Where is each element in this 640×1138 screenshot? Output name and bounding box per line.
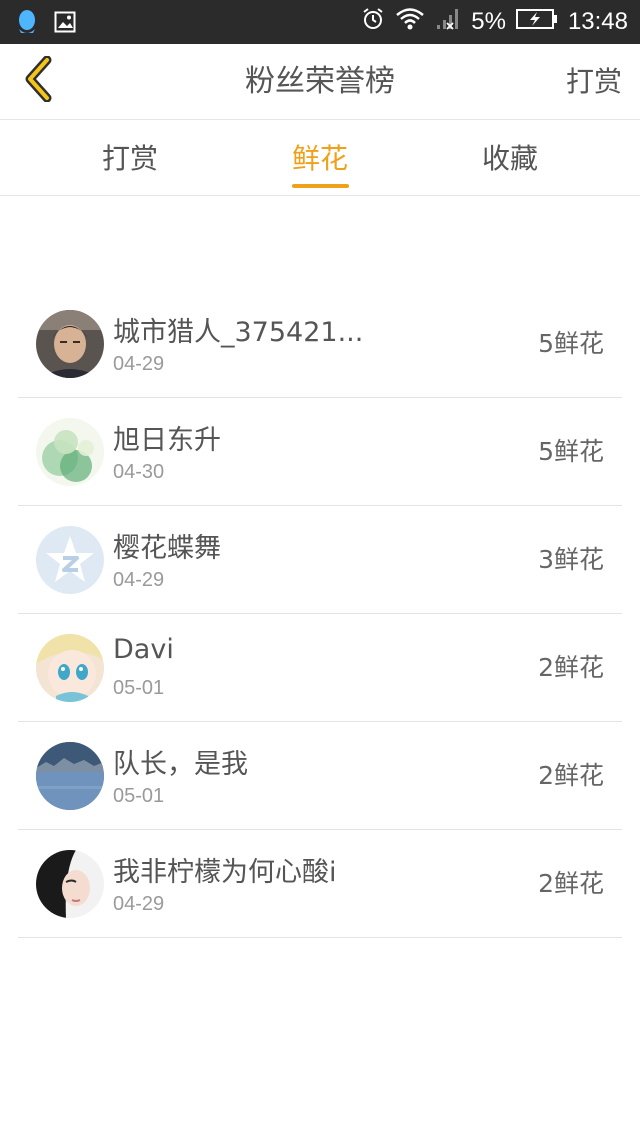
- fan-date: 04-29: [113, 893, 165, 915]
- reward-button[interactable]: 打赏: [566, 44, 622, 120]
- flower-count: 2鲜花: [538, 761, 604, 790]
- fan-date: 04-29: [113, 569, 165, 591]
- page-title: 粉丝荣誉榜: [245, 64, 395, 99]
- fan-date: 04-30: [113, 461, 165, 483]
- flower-count: 5鲜花: [538, 329, 604, 358]
- flower-count: 2鲜花: [538, 653, 604, 682]
- flower-count: 5鲜花: [538, 437, 604, 466]
- default-star-avatar: [36, 526, 104, 594]
- fan-name: 樱花蝶舞: [113, 533, 221, 564]
- signal-icon: [435, 7, 461, 38]
- battery-icon: [515, 8, 558, 37]
- fan-name: 我非柠檬为何心酸i: [113, 857, 337, 888]
- flower-count: 2鲜花: [538, 869, 604, 898]
- portrait-avatar: [36, 850, 104, 918]
- qq-icon: [16, 9, 38, 39]
- active-tab-indicator: [292, 184, 349, 188]
- list-item[interactable]: 队长，是我 05-01 2鲜花: [18, 722, 622, 830]
- landscape-avatar: [36, 742, 104, 810]
- tab-reward[interactable]: 打赏: [60, 121, 200, 196]
- clock: 13:48: [567, 8, 628, 35]
- list-item[interactable]: 旭日东升 04-30 5鲜花: [18, 398, 622, 506]
- tab-favorites[interactable]: 收藏: [440, 121, 580, 196]
- list-item[interactable]: Davi 05-01 2鲜花: [18, 614, 622, 722]
- anime-avatar: [36, 634, 104, 702]
- green-watercolor-avatar: [36, 418, 104, 486]
- alarm-icon: [361, 7, 385, 38]
- battery-percent: 5%: [471, 8, 506, 35]
- fan-name: 队长，是我: [113, 749, 248, 780]
- fan-name: Davi: [113, 634, 174, 665]
- image-icon: [54, 11, 76, 37]
- fan-date: 05-01: [113, 677, 165, 699]
- wifi-icon: [395, 7, 425, 38]
- fan-date: 05-01: [113, 785, 165, 807]
- fan-name: 城市猎人_375421...: [113, 317, 364, 348]
- header: 粉丝荣誉榜 打赏: [0, 44, 640, 120]
- list-item[interactable]: 我非柠檬为何心酸i 04-29 2鲜花: [18, 830, 622, 938]
- list-item[interactable]: 樱花蝶舞 04-29 3鲜花: [18, 506, 622, 614]
- flower-count: 3鲜花: [538, 545, 604, 574]
- list-item[interactable]: 城市猎人_375421... 04-29 5鲜花: [18, 290, 622, 398]
- fan-date: 04-29: [113, 353, 165, 375]
- status-bar: 5% 13:48: [0, 0, 640, 44]
- fan-name: 旭日东升: [113, 425, 221, 456]
- fan-list: 城市猎人_375421... 04-29 5鲜花 旭日东升 04-30 5鲜花 …: [18, 290, 622, 938]
- photo-avatar: [36, 310, 104, 378]
